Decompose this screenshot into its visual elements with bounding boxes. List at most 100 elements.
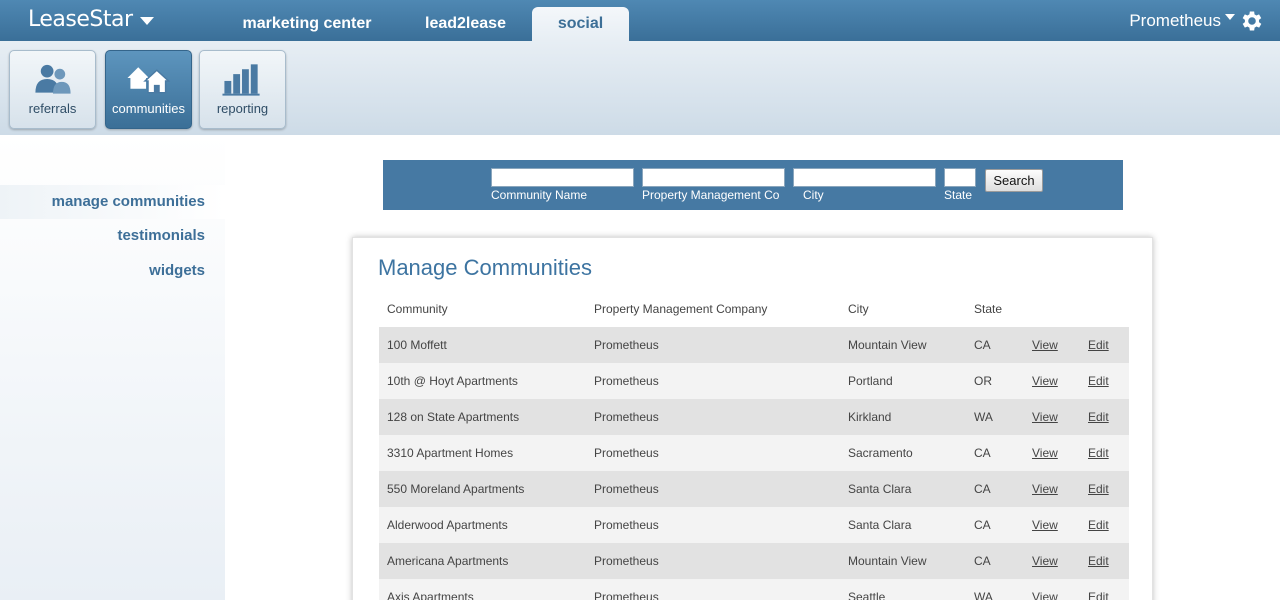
edit-link[interactable]: Edit	[1088, 554, 1109, 568]
view-link[interactable]: View	[1032, 410, 1058, 424]
table-header-row: Community Property Management Company Ci…	[379, 291, 1129, 327]
toolbar-reporting-label: reporting	[216, 101, 269, 116]
cell-view: View	[1024, 399, 1080, 435]
cell-pm: Prometheus	[586, 471, 840, 507]
cell-pm: Prometheus	[586, 363, 840, 399]
table-row: 10th @ Hoyt Apartments Prometheus Portla…	[379, 363, 1129, 399]
cell-community: 128 on State Apartments	[379, 399, 586, 435]
brand-menu[interactable]: LeaseStar	[28, 7, 154, 32]
chevron-down-icon	[139, 17, 154, 25]
people-icon	[35, 64, 71, 94]
tab-social[interactable]: social	[532, 7, 629, 41]
top-navigation-bar: LeaseStar marketing center lead2lease so…	[0, 0, 1280, 41]
cell-state: OR	[966, 363, 1024, 399]
column-header-view	[1024, 291, 1080, 327]
cell-view: View	[1024, 471, 1080, 507]
cell-edit: Edit	[1080, 435, 1129, 471]
cell-view: View	[1024, 507, 1080, 543]
cell-state: CA	[966, 471, 1024, 507]
view-link[interactable]: View	[1032, 482, 1058, 496]
cell-edit: Edit	[1080, 579, 1129, 600]
view-link[interactable]: View	[1032, 374, 1058, 388]
cell-city: Mountain View	[840, 543, 966, 579]
community-name-input[interactable]	[491, 168, 634, 187]
cell-community: Axis Apartments	[379, 579, 586, 600]
view-link[interactable]: View	[1032, 446, 1058, 460]
cell-edit: Edit	[1080, 399, 1129, 435]
toolbar-communities-button[interactable]: communities	[105, 50, 192, 129]
section-toolbar: referrals communities reporting	[0, 41, 1280, 135]
cell-community: 10th @ Hoyt Apartments	[379, 363, 586, 399]
cell-city: Portland	[840, 363, 966, 399]
table-row: 100 Moffett Prometheus Mountain View CA …	[379, 327, 1129, 363]
cell-pm: Prometheus	[586, 507, 840, 543]
community-name-field-group: Community Name	[491, 168, 634, 202]
toolbar-referrals-label: referrals	[28, 101, 77, 116]
table-row: 3310 Apartment Homes Prometheus Sacramen…	[379, 435, 1129, 471]
cell-edit: Edit	[1080, 471, 1129, 507]
toolbar-reporting-button[interactable]: reporting	[199, 50, 286, 129]
cell-city: Seattle	[840, 579, 966, 600]
edit-link[interactable]: Edit	[1088, 446, 1109, 460]
cell-state: CA	[966, 543, 1024, 579]
tab-lead2lease[interactable]: lead2lease	[408, 7, 523, 41]
cell-pm: Prometheus	[586, 399, 840, 435]
cell-community: 100 Moffett	[379, 327, 586, 363]
sidebar-item-widgets[interactable]: widgets	[149, 262, 205, 279]
page-title: Manage Communities	[378, 255, 592, 280]
edit-link[interactable]: Edit	[1088, 518, 1109, 532]
edit-link[interactable]: Edit	[1088, 410, 1109, 424]
edit-link[interactable]: Edit	[1088, 338, 1109, 352]
edit-link[interactable]: Edit	[1088, 482, 1109, 496]
sidebar: manage communities testimonials widgets	[0, 135, 225, 600]
view-link[interactable]: View	[1032, 590, 1058, 600]
cell-pm: Prometheus	[586, 579, 840, 600]
column-header-state: State	[974, 302, 1003, 316]
cell-city: Mountain View	[840, 327, 966, 363]
cell-pm: Prometheus	[586, 543, 840, 579]
communities-panel: Manage Communities Community Property Ma…	[352, 237, 1153, 600]
cell-city: Kirkland	[840, 399, 966, 435]
search-button[interactable]: Search	[985, 169, 1043, 192]
account-menu[interactable]: Prometheus	[1129, 8, 1265, 34]
houses-icon	[127, 67, 171, 94]
column-header-community: Community	[387, 302, 448, 316]
property-management-input[interactable]	[642, 168, 785, 187]
view-link[interactable]: View	[1032, 338, 1058, 352]
view-link[interactable]: View	[1032, 518, 1058, 532]
city-input[interactable]	[793, 168, 936, 187]
bar-chart-icon	[222, 64, 260, 96]
cell-community: Alderwood Apartments	[379, 507, 586, 543]
edit-link[interactable]: Edit	[1088, 590, 1109, 600]
community-name-label: Community Name	[491, 188, 588, 202]
table-row: Alderwood Apartments Prometheus Santa Cl…	[379, 507, 1129, 543]
toolbar-communities-label: communities	[112, 101, 185, 116]
toolbar-referrals-button[interactable]: referrals	[9, 50, 96, 129]
cell-city: Santa Clara	[840, 507, 966, 543]
gear-icon[interactable]	[1239, 8, 1265, 34]
state-input[interactable]	[944, 168, 976, 187]
state-field-group: State	[944, 168, 976, 202]
table-row: 128 on State Apartments Prometheus Kirkl…	[379, 399, 1129, 435]
cell-edit: Edit	[1080, 327, 1129, 363]
sidebar-item-manage-communities[interactable]: manage communities	[0, 185, 225, 219]
cell-view: View	[1024, 543, 1080, 579]
table-row: Americana Apartments Prometheus Mountain…	[379, 543, 1129, 579]
tab-marketing-center[interactable]: marketing center	[228, 7, 386, 41]
cell-community: 550 Moreland Apartments	[379, 471, 586, 507]
city-label: City	[803, 188, 824, 202]
chevron-down-icon	[1225, 14, 1235, 20]
cell-view: View	[1024, 579, 1080, 600]
cell-state: CA	[966, 435, 1024, 471]
cell-view: View	[1024, 363, 1080, 399]
edit-link[interactable]: Edit	[1088, 374, 1109, 388]
cell-state: CA	[966, 327, 1024, 363]
column-header-pm: Property Management Company	[594, 302, 768, 316]
city-field-group: City	[793, 168, 936, 202]
cell-pm: Prometheus	[586, 327, 840, 363]
cell-edit: Edit	[1080, 507, 1129, 543]
cell-community: 3310 Apartment Homes	[379, 435, 586, 471]
cell-view: View	[1024, 327, 1080, 363]
sidebar-item-testimonials[interactable]: testimonials	[117, 227, 205, 244]
view-link[interactable]: View	[1032, 554, 1058, 568]
